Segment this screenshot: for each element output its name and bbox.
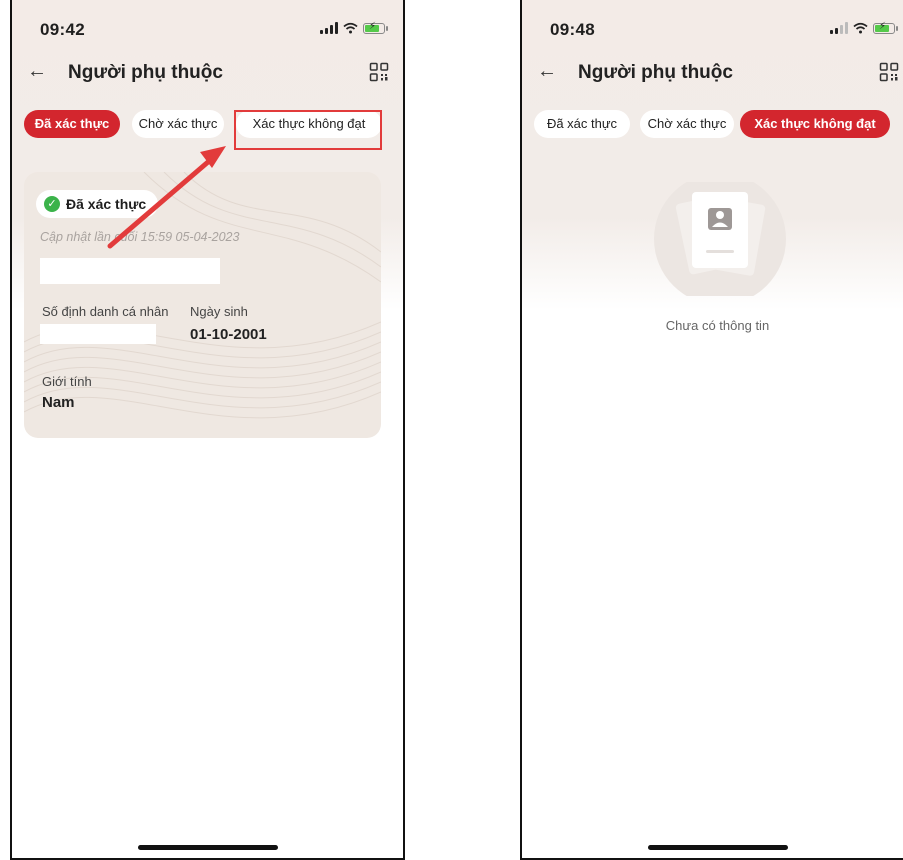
status-icons: ⚡ [320, 21, 388, 34]
gender-value: Nam [42, 394, 75, 411]
status-icons: ⚡ [830, 21, 898, 34]
empty-state-text: Chưa có thông tin [665, 318, 770, 333]
page-title: Người phụ thuộc [68, 62, 223, 83]
redacted-id [40, 324, 156, 344]
home-indicator [647, 845, 788, 850]
status-time: 09:48 [550, 20, 595, 39]
tab-bar: Đã xác thực Chờ xác thực Xác thực không … [534, 110, 901, 138]
status-badge-label: Đã xác thực [66, 196, 147, 212]
tab-pending[interactable]: Chờ xác thực [640, 110, 734, 138]
qr-code-icon[interactable] [369, 62, 389, 82]
app-header: ← Người phụ thuộc [24, 60, 389, 90]
tab-failed[interactable]: Xác thực không đạt [740, 110, 890, 138]
battery-icon: ⚡ [873, 21, 898, 34]
wifi-icon [853, 22, 868, 34]
dob-value: 01-10-2001 [190, 326, 267, 343]
check-circle-icon: ✓ [44, 196, 60, 212]
signal-icon [830, 22, 848, 34]
gender-label: Giới tính [42, 374, 92, 389]
id-label: Số định danh cá nhân [42, 304, 169, 319]
tab-verified[interactable]: Đã xác thực [534, 110, 630, 138]
status-time: 09:42 [40, 20, 85, 39]
status-bar: 09:42 ⚡ [40, 20, 388, 44]
dob-label: Ngày sinh [190, 304, 248, 319]
app-header: ← Người phụ thuộc [534, 60, 899, 90]
phone-screen-left: 09:42 ⚡ ← Người phụ thuộc Đã xác thực Ch… [10, 0, 405, 860]
redacted-name [40, 258, 220, 284]
tab-pending[interactable]: Chờ xác thực [132, 110, 224, 138]
status-bar: 09:48 ⚡ [550, 20, 898, 44]
qr-code-icon[interactable] [879, 62, 899, 82]
empty-state-illustration [654, 182, 786, 296]
dependent-card[interactable]: ✓ Đã xác thực Cập nhật lần cuối 15:59 05… [24, 172, 381, 438]
tab-highlight-box [234, 110, 382, 150]
home-indicator [137, 845, 278, 850]
updated-timestamp: Cập nhật lần cuối 15:59 05-04-2023 [40, 230, 240, 244]
status-badge: ✓ Đã xác thực [36, 190, 159, 218]
page-title: Người phụ thuộc [578, 62, 733, 83]
wifi-icon [343, 22, 358, 34]
battery-icon: ⚡ [363, 21, 388, 34]
signal-icon [320, 22, 338, 34]
tab-verified[interactable]: Đã xác thực [24, 110, 120, 138]
arrow-left-icon[interactable]: ← [534, 60, 560, 83]
arrow-left-icon[interactable]: ← [24, 60, 50, 83]
phone-screen-right: 09:48 ⚡ ← Người phụ thuộc Đã xác thực Ch… [520, 0, 903, 860]
